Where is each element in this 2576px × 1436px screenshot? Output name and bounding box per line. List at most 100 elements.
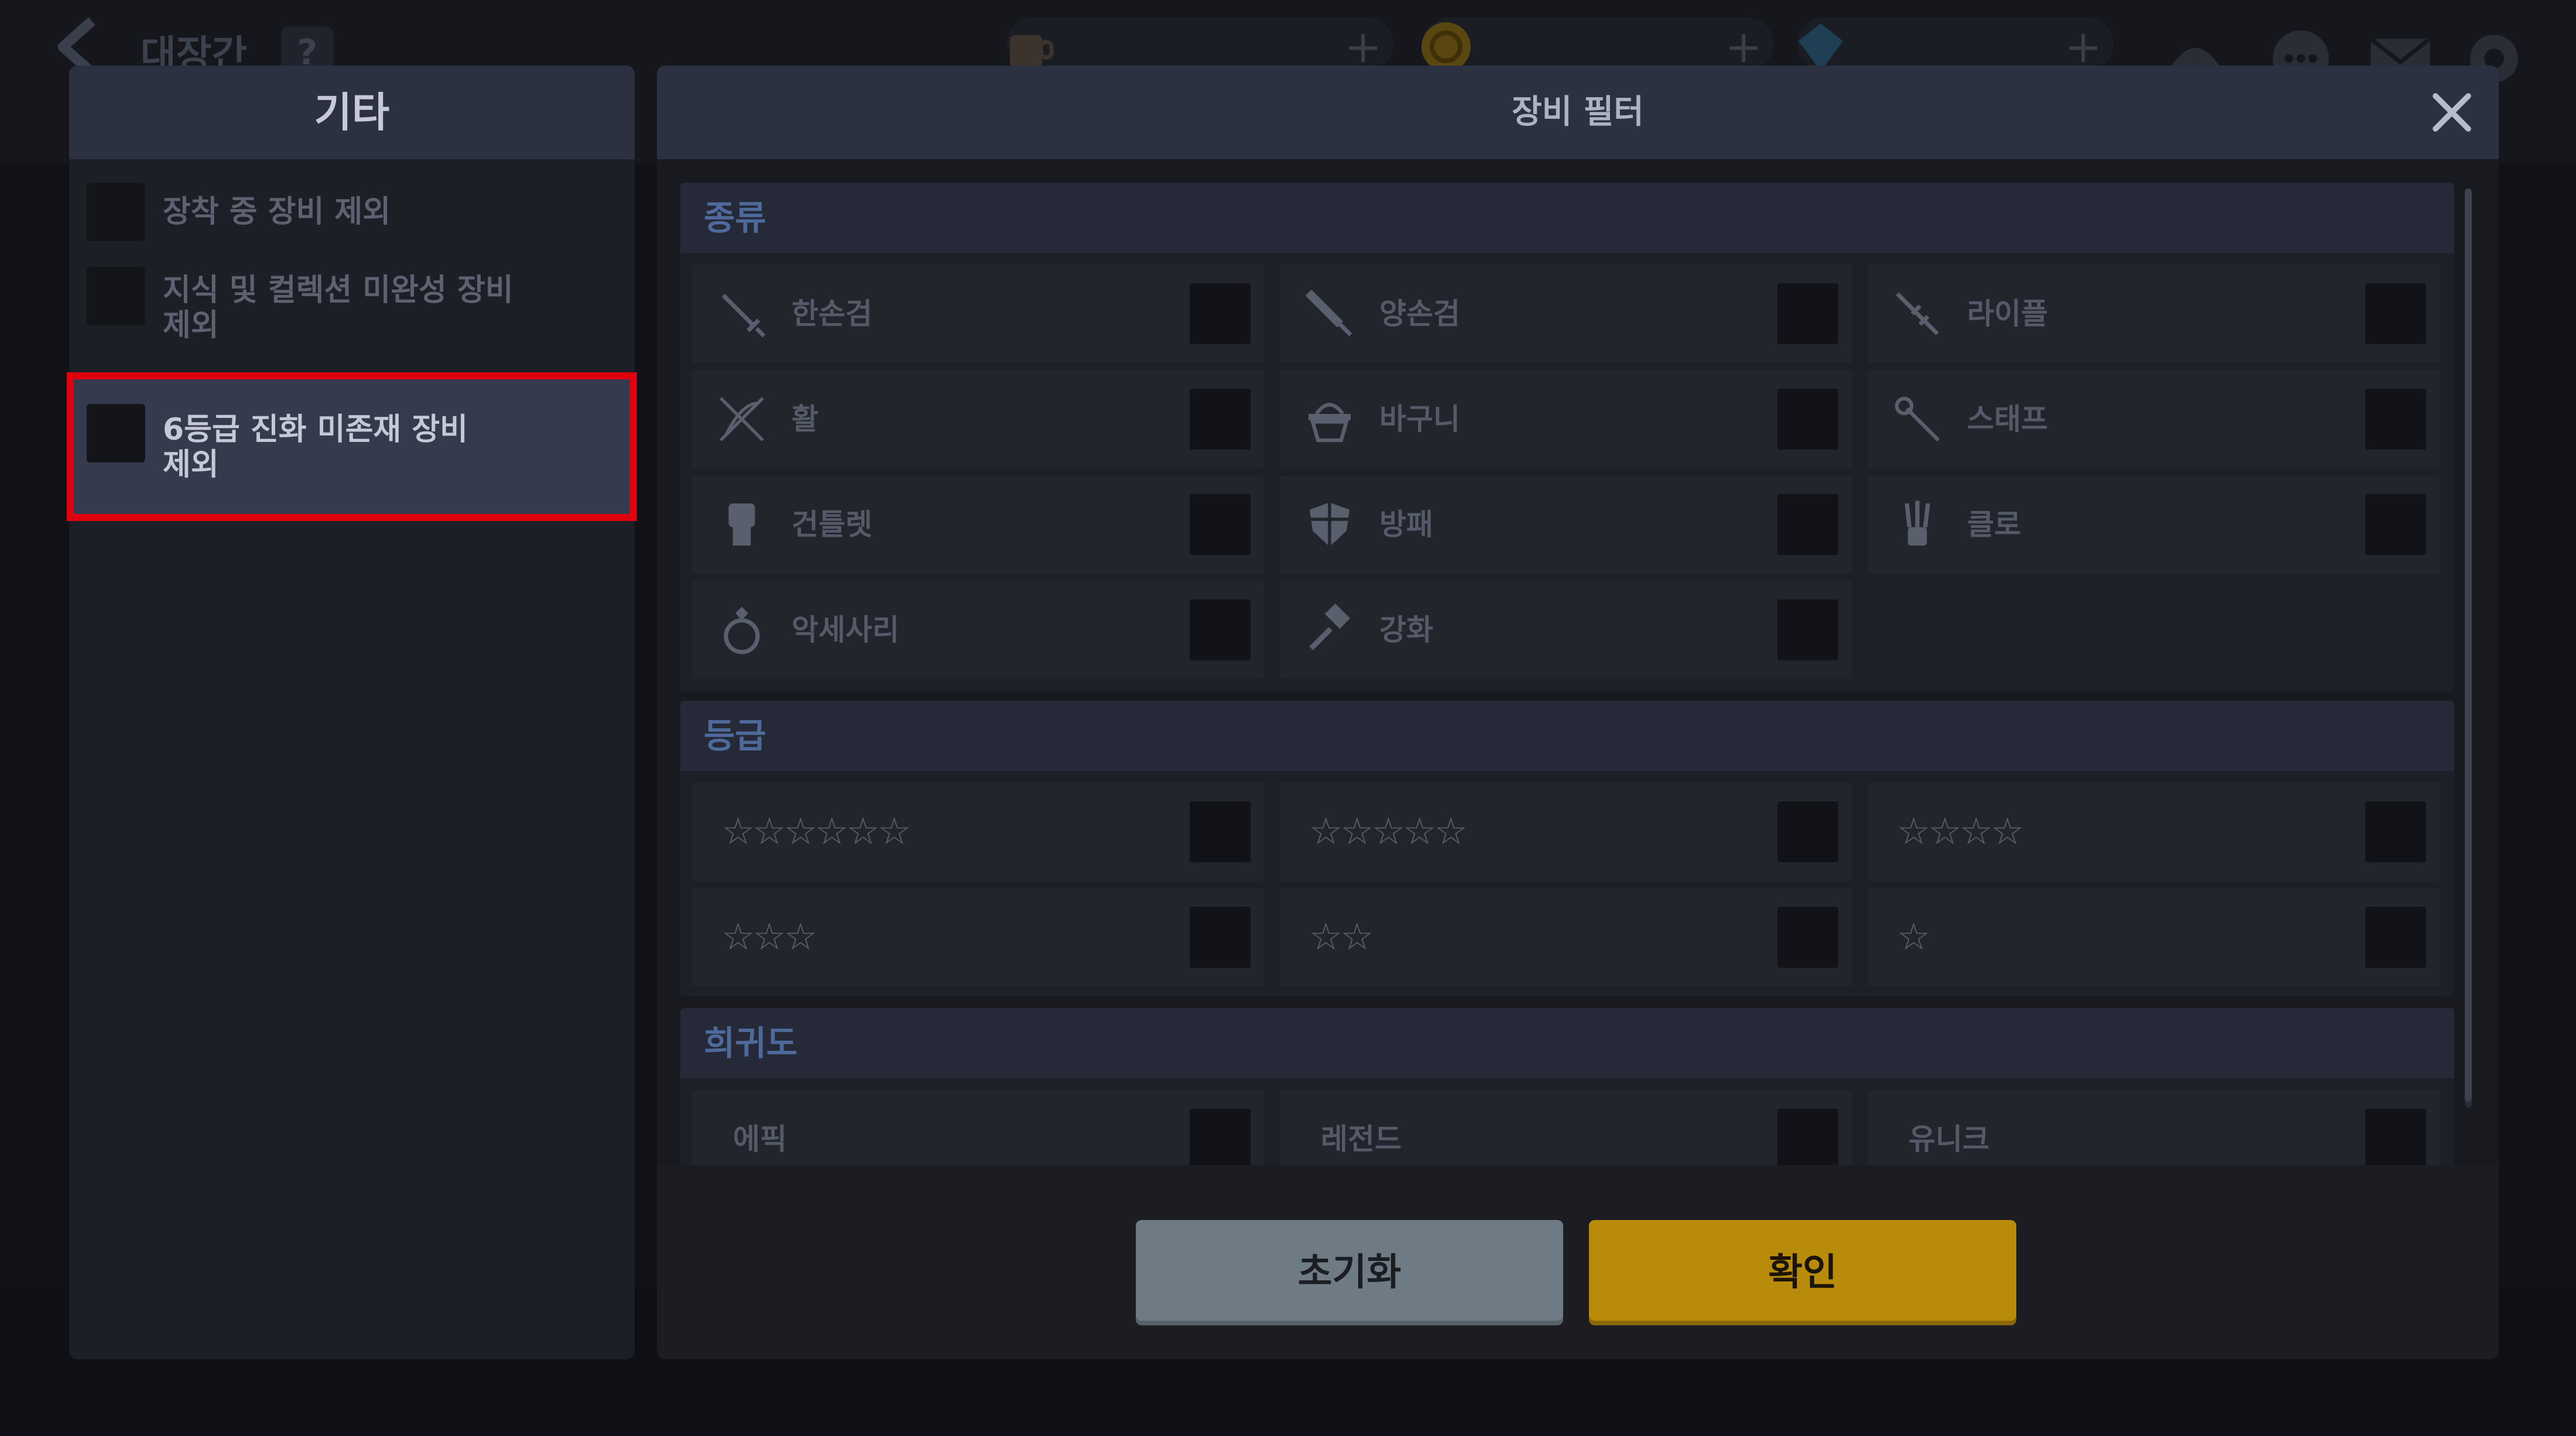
grade-section-header: 등급	[680, 701, 2454, 771]
item-label: 라이플	[1967, 297, 2048, 331]
add-gold-button[interactable]: +	[1725, 20, 1762, 73]
staff-icon	[1895, 396, 1940, 442]
checkbox[interactable]	[1190, 283, 1251, 344]
filter-accessory[interactable]: 악세사리	[692, 581, 1265, 679]
one-handed-sword-icon	[721, 293, 766, 338]
highlight-box	[67, 372, 637, 521]
option-exclude-incomplete-collection[interactable]: 지식 및 컬렉션 미완성 장비 제외	[69, 259, 635, 364]
checkbox[interactable]	[1777, 801, 1838, 862]
item-label: 레전드	[1321, 1122, 1402, 1156]
checkbox[interactable]	[2365, 494, 2426, 555]
add-gem-button[interactable]: +	[2064, 20, 2102, 73]
currency-gem: +	[1797, 18, 2113, 73]
add-coffee-button[interactable]: +	[1344, 20, 1382, 73]
checkbox[interactable]	[2365, 283, 2426, 344]
rifle-icon	[1896, 292, 1939, 335]
filter-footer	[657, 1165, 2499, 1359]
rarity-section-title: 희귀도	[704, 1023, 798, 1063]
item-label: 한손검	[792, 297, 872, 331]
filter-enhancement[interactable]: 강화	[1280, 581, 1852, 679]
type-section-title: 종류	[704, 198, 766, 238]
star-rating-4: ☆☆☆☆	[1897, 810, 2024, 854]
shield-icon	[1309, 502, 1350, 547]
checkbox[interactable]	[2365, 801, 2426, 862]
other-options-panel: 기타 장착 중 장비 제외 지식 및 컬렉션 미완성 장비 제외 6등급 진화 …	[69, 66, 635, 1359]
filter-grade-5[interactable]: ☆☆☆☆☆	[1280, 783, 1852, 881]
filter-grade-2[interactable]: ☆☆	[1280, 888, 1852, 986]
star-rating-6: ☆☆☆☆☆☆	[721, 810, 911, 854]
checkbox[interactable]	[87, 267, 145, 325]
star-rating-3: ☆☆☆	[721, 916, 817, 959]
item-label: 강화	[1379, 613, 1433, 647]
star-rating-5: ☆☆☆☆☆	[1309, 810, 1468, 854]
checkbox[interactable]	[1190, 1109, 1251, 1165]
basket-icon	[1308, 403, 1351, 443]
other-options-header: 기타	[69, 66, 635, 159]
checkbox[interactable]	[1190, 494, 1251, 555]
checkbox[interactable]	[1777, 599, 1838, 660]
filter-one-handed-sword[interactable]: 한손검	[692, 265, 1265, 363]
filter-shield[interactable]: 방패	[1280, 475, 1852, 574]
rarity-section: 희귀도 에픽 레전드 유니크	[680, 1008, 2454, 1165]
filter-rifle[interactable]: 라이플	[1868, 265, 2440, 363]
reset-button[interactable]: 초기화	[1136, 1220, 1563, 1325]
checkbox[interactable]	[1777, 283, 1838, 344]
item-label: 스태프	[1967, 402, 2048, 436]
checkbox[interactable]	[1777, 494, 1838, 555]
filter-grade-1[interactable]: ☆	[1868, 888, 2440, 986]
checkbox[interactable]	[1190, 907, 1251, 968]
filter-claw[interactable]: 클로	[1868, 475, 2440, 574]
checkbox[interactable]	[1777, 1109, 1838, 1165]
other-options-title: 기타	[314, 88, 390, 136]
item-label: 바구니	[1379, 402, 1460, 436]
hammer-icon	[1309, 604, 1351, 650]
type-section: 종류 한손검 양손검 라이플 활 바구니 스태프 건틀렛 방패 클로 악세사리 …	[680, 183, 2454, 692]
close-icon[interactable]	[2428, 89, 2475, 136]
item-label: 활	[792, 402, 818, 436]
filter-gauntlet[interactable]: 건틀렛	[692, 475, 1265, 574]
checkbox[interactable]	[1777, 907, 1838, 968]
checkbox[interactable]	[1777, 389, 1838, 450]
claw-icon	[1904, 501, 1930, 546]
filter-staff[interactable]: 스태프	[1868, 370, 2440, 468]
option-label: 장착 중 장비 제외	[163, 194, 391, 229]
equipment-filter-panel: 장비 필터 종류 한손검 양손검 라이플 활 바구니 스태프 건틀렛 방패 클로…	[657, 66, 2499, 1359]
filter-bow[interactable]: 활	[692, 370, 1265, 468]
grade-section-title: 등급	[704, 716, 766, 756]
grade-section: 등급 ☆☆☆☆☆☆ ☆☆☆☆☆ ☆☆☆☆ ☆☆☆ ☆☆ ☆	[680, 701, 2454, 996]
item-label: 양손검	[1379, 297, 1460, 331]
checkbox[interactable]	[1190, 801, 1251, 862]
rarity-section-header: 희귀도	[680, 1008, 2454, 1078]
two-handed-sword-icon	[1305, 289, 1352, 337]
star-rating-2: ☆☆	[1309, 916, 1374, 959]
filter-rarity-legend[interactable]: 레전드	[1280, 1090, 1852, 1165]
item-label: 방패	[1379, 508, 1433, 542]
filter-header: 장비 필터	[657, 66, 2499, 159]
checkbox[interactable]	[2365, 907, 2426, 968]
type-section-header: 종류	[680, 183, 2454, 253]
filter-rarity-unique[interactable]: 유니크	[1868, 1090, 2440, 1165]
checkbox[interactable]	[1190, 389, 1251, 450]
filter-scroll-area[interactable]: 종류 한손검 양손검 라이플 활 바구니 스태프 건틀렛 방패 클로 악세사리 …	[680, 183, 2454, 1165]
filter-grade-4[interactable]: ☆☆☆☆	[1868, 783, 2440, 881]
item-label: 악세사리	[792, 613, 899, 647]
filter-grade-6[interactable]: ☆☆☆☆☆☆	[692, 783, 1265, 881]
filter-title: 장비 필터	[1512, 93, 1644, 131]
star-rating-1: ☆	[1897, 916, 1930, 959]
currency-coffee: +	[1007, 18, 1393, 73]
filter-grade-3[interactable]: ☆☆☆	[692, 888, 1265, 986]
ring-icon	[724, 606, 760, 654]
checkbox[interactable]	[2365, 389, 2426, 450]
checkbox[interactable]	[87, 183, 145, 241]
confirm-button[interactable]: 확인	[1589, 1220, 2016, 1325]
checkbox[interactable]	[1190, 599, 1251, 660]
scrollbar-thumb[interactable]	[2465, 189, 2472, 1102]
option-exclude-equipped[interactable]: 장착 중 장비 제외	[69, 171, 635, 253]
option-label: 지식 및 컬렉션 미완성 장비 제외	[163, 273, 513, 343]
filter-rarity-epic[interactable]: 에픽	[692, 1090, 1265, 1165]
filter-basket[interactable]: 바구니	[1280, 370, 1852, 468]
checkbox[interactable]	[2365, 1109, 2426, 1165]
item-label: 클로	[1967, 508, 2021, 542]
item-label: 건틀렛	[792, 508, 872, 542]
filter-two-handed-sword[interactable]: 양손검	[1280, 265, 1852, 363]
